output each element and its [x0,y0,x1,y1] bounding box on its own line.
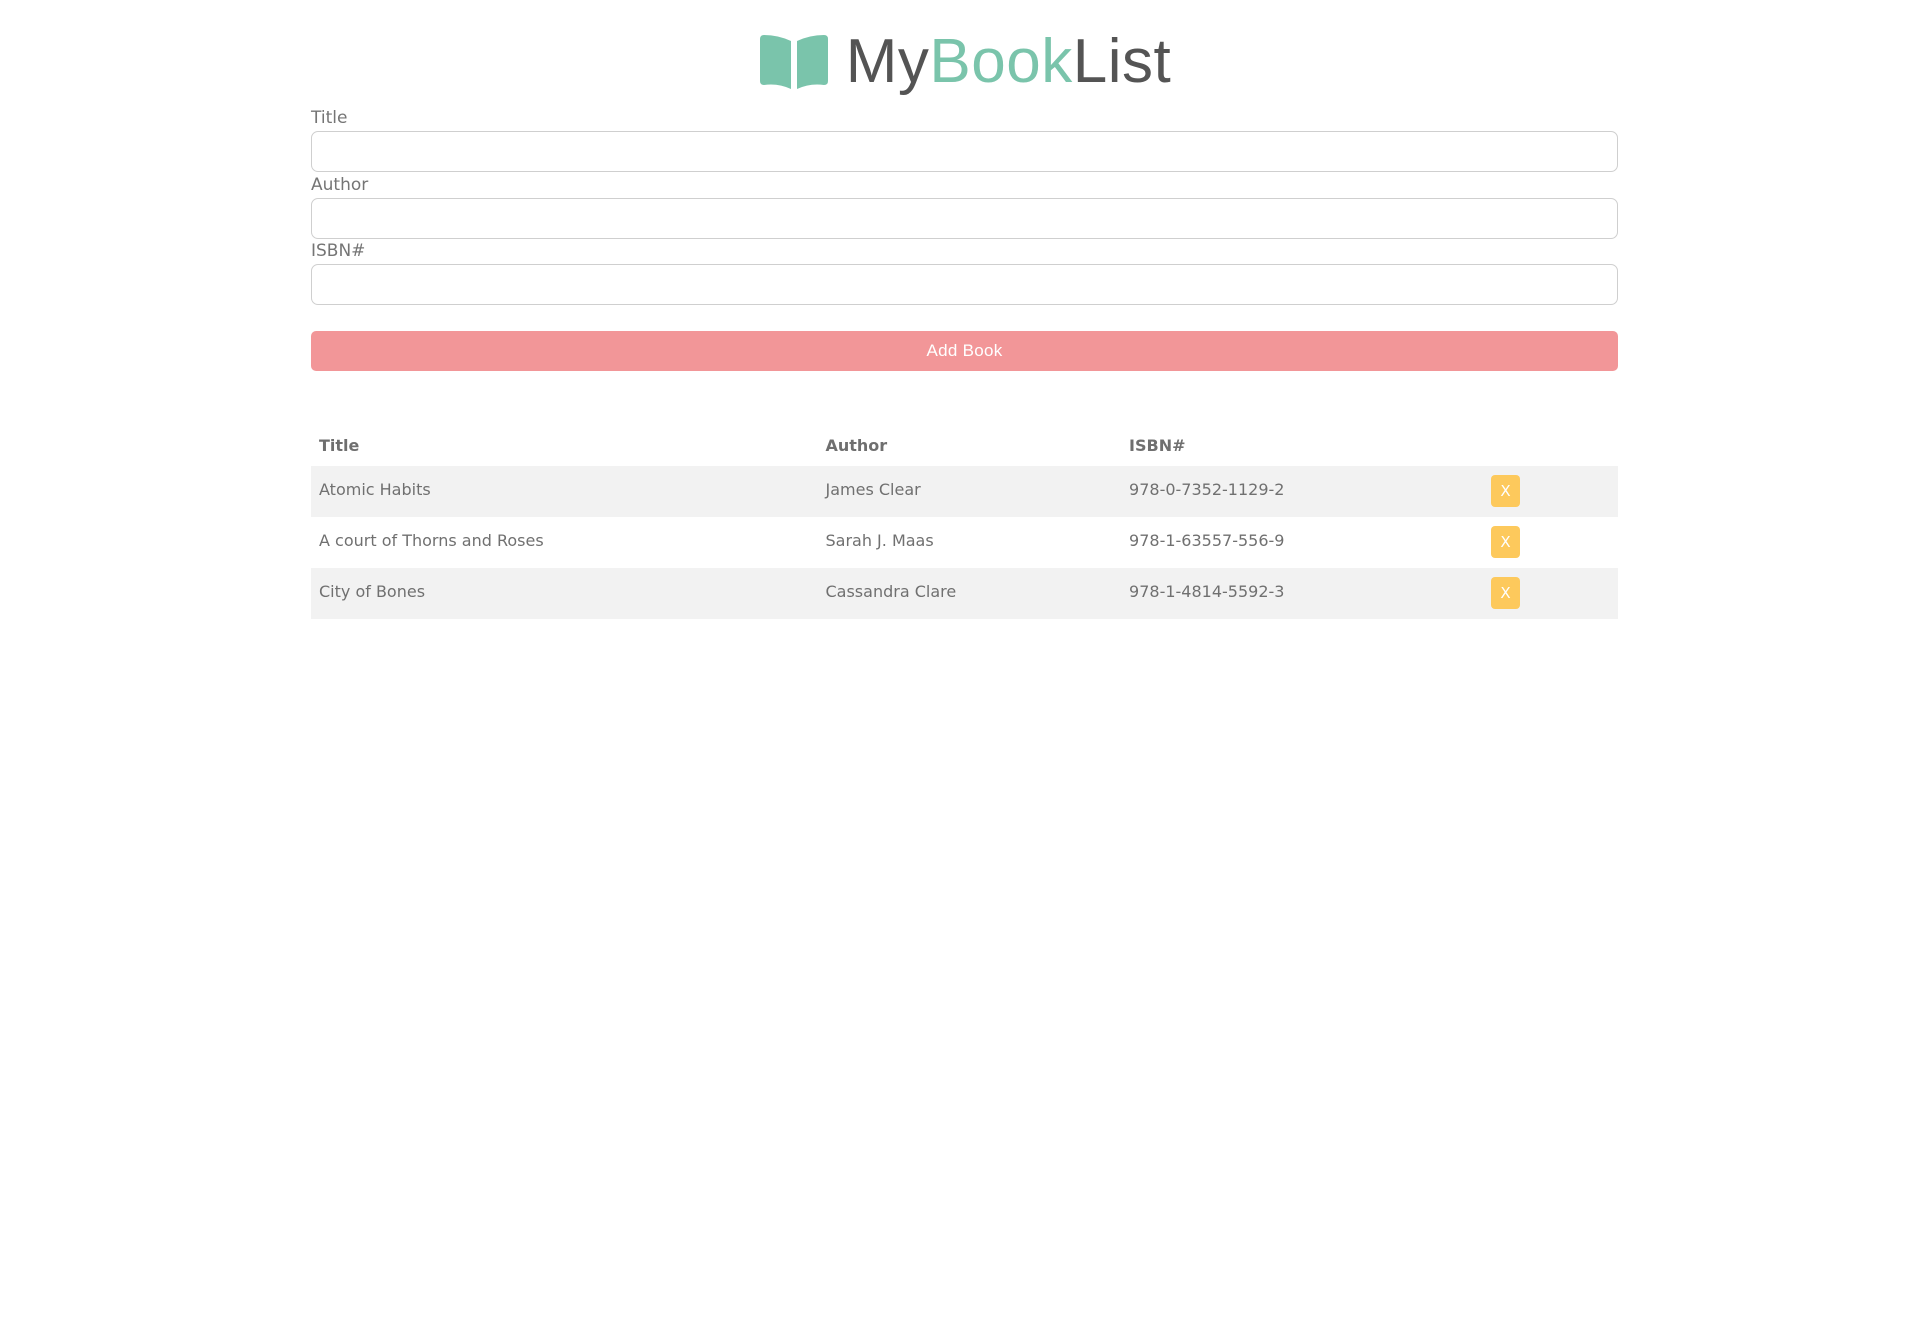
logo: MyBookList [758,30,1171,94]
column-header-isbn: ISBN# [1129,435,1186,455]
table-row: A court of Thorns and Roses Sarah J. Maa… [311,517,1618,568]
title-input[interactable] [311,131,1618,172]
table-row: Atomic Habits James Clear 978-0-7352-112… [311,466,1618,517]
app-title: MyBookList [846,30,1171,94]
delete-book-button[interactable]: X [1490,475,1520,507]
delete-book-button[interactable]: X [1490,577,1520,609]
book-table: Title Author ISBN# Atomic Habits James C… [311,424,1618,619]
title-label: Title [311,108,348,128]
delete-cell: X [1482,517,1618,568]
app-title-list: List [1072,27,1172,96]
author-label: Author [311,175,369,195]
add-book-button[interactable]: Add Book [311,331,1618,371]
column-header-title: Title [319,435,360,455]
book-title-cell: A court of Thorns and Roses [311,517,818,568]
header: MyBookList [311,0,1618,110]
book-author-cell: Sarah J. Maas [817,517,1122,568]
author-input[interactable] [311,198,1618,239]
isbn-input[interactable] [311,264,1618,305]
book-isbn-cell: 978-0-7352-1129-2 [1121,466,1483,517]
delete-cell: X [1482,466,1618,517]
book-title-cell: City of Bones [311,568,818,619]
app-container: MyBookList Title Author ISBN# Add Book T… [311,0,1618,619]
book-isbn-cell: 978-1-63557-556-9 [1121,517,1483,568]
book-author-cell: James Clear [817,466,1122,517]
book-title-cell: Atomic Habits [311,466,818,517]
table-header-row: Title Author ISBN# [311,424,1618,466]
isbn-form-group: ISBN# [311,241,1618,305]
table-row: City of Bones Cassandra Clare 978-1-4814… [311,568,1618,619]
delete-book-button[interactable]: X [1490,526,1520,558]
delete-cell: X [1482,568,1618,619]
column-header-author: Author [825,435,888,455]
column-header-actions [1483,424,1618,466]
open-book-icon [758,33,830,91]
book-isbn-cell: 978-1-4814-5592-3 [1121,568,1483,619]
isbn-label: ISBN# [311,241,366,261]
app-title-my: My [845,27,930,96]
app-title-book: Book [929,27,1073,96]
book-author-cell: Cassandra Clare [817,568,1122,619]
title-form-group: Title [311,108,1618,172]
author-form-group: Author [311,175,1618,239]
